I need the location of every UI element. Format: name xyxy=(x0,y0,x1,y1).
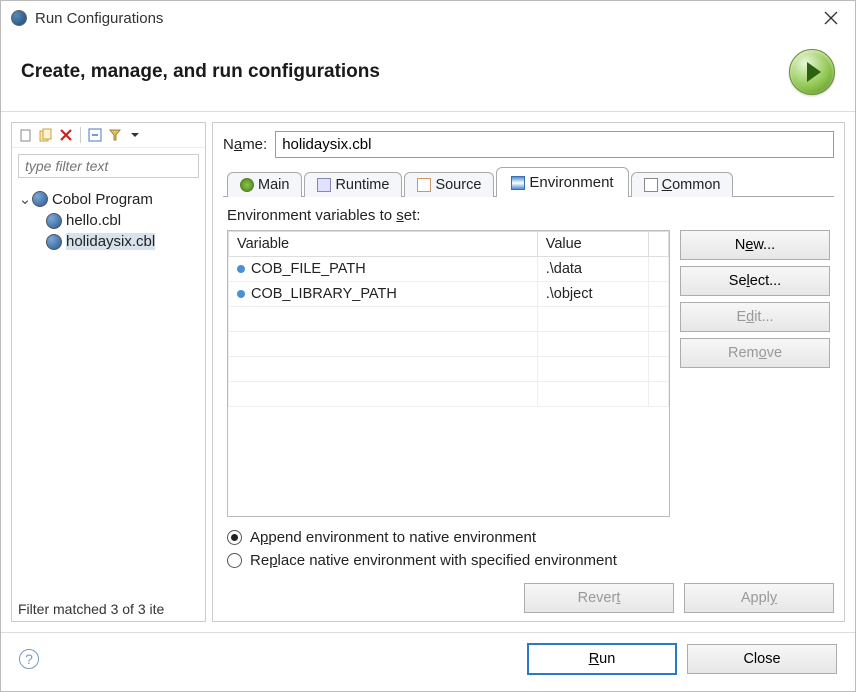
toolbar-separator xyxy=(80,127,81,143)
right-panel: Name: Main Runtime Source Environment Co… xyxy=(212,122,845,622)
left-panel: ⌄ Cobol Program hello.cbl holidaysix.cbl… xyxy=(11,122,206,622)
new-config-icon[interactable] xyxy=(18,127,34,143)
radio-append[interactable]: Append environment to native environment xyxy=(227,529,830,546)
tree-root-cobol-program[interactable]: ⌄ Cobol Program xyxy=(18,188,199,210)
run-configurations-window: Run Configurations Create, manage, and r… xyxy=(0,0,856,692)
window-title: Run Configurations xyxy=(35,10,817,27)
new-button[interactable]: New... xyxy=(680,230,830,260)
col-value[interactable]: Value xyxy=(537,232,648,257)
name-label: Name: xyxy=(223,136,267,153)
filter-text-input[interactable] xyxy=(18,154,199,178)
env-table[interactable]: Variable Value COB_FILE_PATH.\data COB_L… xyxy=(227,230,670,517)
revert-apply-row: Revert Apply xyxy=(223,583,834,613)
common-tab-icon xyxy=(644,178,658,192)
cobol-file-icon xyxy=(46,234,62,250)
env-buttons: New... Select... Edit... Remove xyxy=(680,230,830,517)
source-tab-icon xyxy=(417,178,431,192)
delete-icon[interactable] xyxy=(58,127,74,143)
table-row[interactable] xyxy=(229,332,669,357)
edit-button[interactable]: Edit... xyxy=(680,302,830,332)
cobol-file-icon xyxy=(46,213,62,229)
cobol-program-icon xyxy=(32,191,48,207)
col-variable[interactable]: Variable xyxy=(229,232,538,257)
revert-button[interactable]: Revert xyxy=(524,583,674,613)
left-toolbar xyxy=(12,123,205,148)
duplicate-icon[interactable] xyxy=(38,127,54,143)
collapse-all-icon[interactable] xyxy=(87,127,103,143)
run-large-icon xyxy=(789,49,835,95)
filter-icon[interactable] xyxy=(107,127,123,143)
chevron-down-icon[interactable] xyxy=(127,127,143,143)
titlebar: Run Configurations xyxy=(1,1,855,35)
table-row[interactable]: COB_FILE_PATH.\data xyxy=(229,257,669,282)
config-tree: ⌄ Cobol Program hello.cbl holidaysix.cbl xyxy=(12,184,205,597)
name-row: Name: xyxy=(223,131,834,158)
var-icon xyxy=(237,265,245,273)
tab-bar: Main Runtime Source Environment Common xyxy=(223,166,834,197)
table-row[interactable]: COB_LIBRARY_PATH.\object xyxy=(229,282,669,307)
environment-tab-icon xyxy=(511,176,525,190)
filter-status: Filter matched 3 of 3 ite xyxy=(12,597,205,621)
name-input[interactable] xyxy=(275,131,834,158)
tab-source[interactable]: Source xyxy=(404,172,494,197)
tab-main[interactable]: Main xyxy=(227,172,302,197)
tab-runtime[interactable]: Runtime xyxy=(304,172,402,197)
help-icon[interactable]: ? xyxy=(19,649,39,669)
var-icon xyxy=(237,290,245,298)
radio-replace[interactable]: Replace native environment with specifie… xyxy=(227,552,830,569)
table-row[interactable] xyxy=(229,357,669,382)
table-row[interactable] xyxy=(229,307,669,332)
radio-icon xyxy=(227,553,242,568)
close-icon[interactable] xyxy=(817,4,845,32)
tab-environment[interactable]: Environment xyxy=(496,167,628,197)
select-button[interactable]: Select... xyxy=(680,266,830,296)
tree-item-hello[interactable]: hello.cbl xyxy=(18,210,199,231)
header: Create, manage, and run configurations xyxy=(1,35,855,112)
runtime-tab-icon xyxy=(317,178,331,192)
table-row[interactable] xyxy=(229,382,669,407)
radio-icon xyxy=(227,530,242,545)
apply-button[interactable]: Apply xyxy=(684,583,834,613)
app-icon xyxy=(11,10,27,26)
run-button[interactable]: Run xyxy=(527,643,677,675)
close-button[interactable]: Close xyxy=(687,644,837,674)
tree-item-holidaysix[interactable]: holidaysix.cbl xyxy=(18,231,199,252)
page-heading: Create, manage, and run configurations xyxy=(21,61,789,83)
main-tab-icon xyxy=(240,178,254,192)
remove-button[interactable]: Remove xyxy=(680,338,830,368)
body: ⌄ Cobol Program hello.cbl holidaysix.cbl… xyxy=(1,112,855,632)
tab-content-environment: Environment variables to set: Variable V… xyxy=(223,197,834,573)
env-radio-group: Append environment to native environment… xyxy=(227,529,830,569)
tab-common[interactable]: Common xyxy=(631,172,734,197)
footer: ? Run Close xyxy=(1,632,855,691)
env-label: Environment variables to set: xyxy=(227,207,830,224)
expand-collapse-icon[interactable]: ⌄ xyxy=(18,190,32,208)
